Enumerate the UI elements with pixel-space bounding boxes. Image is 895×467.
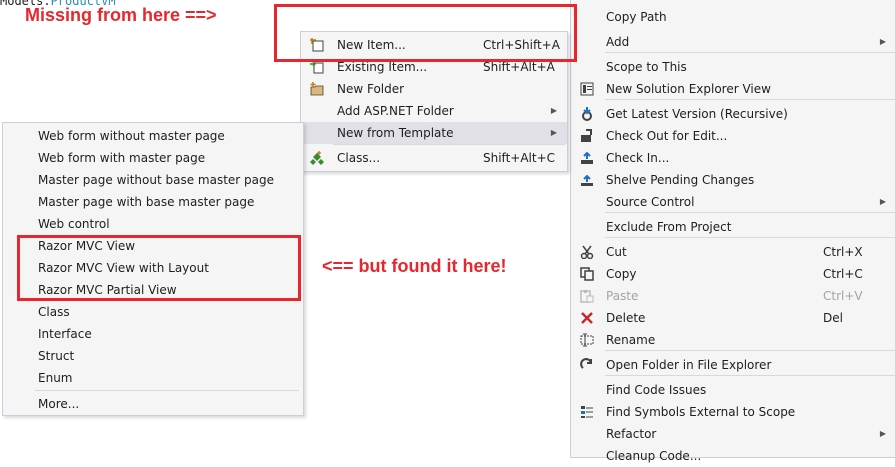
menu-item-add[interactable]: Add ▶: [571, 31, 895, 53]
new-explorer-view-icon: [579, 81, 595, 97]
open-folder-icon: [579, 357, 595, 373]
menu-item-label: Refactor: [606, 427, 657, 441]
menu-item-shortcut: Ctrl+C: [823, 267, 863, 281]
menu-separator: [35, 390, 299, 391]
menu-item-label: Enum: [38, 371, 73, 385]
menu-separator: [333, 144, 565, 145]
menu-item-label: Master page without base master page: [38, 173, 275, 187]
menu-item-label: Cut: [606, 245, 627, 259]
submenu-arrow-icon: ▶: [879, 197, 886, 206]
menu-item-label: New Solution Explorer View: [606, 82, 771, 96]
menu-item-label: Find Code Issues: [606, 383, 707, 397]
menu-item-label: Cleanup Code...: [606, 449, 702, 463]
highlight-box-razor-items: [17, 235, 301, 301]
class-icon: [309, 150, 325, 166]
template-item-interface[interactable]: Interface: [3, 323, 303, 345]
annotation-found: <== but found it here!: [322, 256, 507, 276]
menu-item-label: Delete: [606, 311, 646, 325]
new-folder-icon: [309, 81, 325, 97]
menu-item-delete[interactable]: Delete Del: [571, 307, 895, 329]
menu-item-label: Add ASP.NET Folder: [337, 104, 454, 118]
check-out-icon: [579, 128, 595, 144]
menu-item-check-in[interactable]: Check In...: [571, 147, 895, 169]
menu-item-label: Add: [606, 35, 630, 49]
menu-item-new-solution-explorer-view[interactable]: New Solution Explorer View: [571, 78, 895, 100]
menu-item-label: Get Latest Version (Recursive): [606, 107, 788, 121]
menu-item-label: Exclude From Project: [606, 220, 732, 234]
menu-item-label: Shelve Pending Changes: [606, 173, 755, 187]
menu-item-exclude-from-project[interactable]: Exclude From Project: [571, 216, 895, 238]
menu-item-label: Struct: [38, 349, 75, 363]
rename-icon: [579, 332, 595, 348]
delete-icon: [579, 310, 595, 326]
menu-item-copy[interactable]: Copy Ctrl+C: [571, 263, 895, 285]
menu-item-label: Source Control: [606, 195, 695, 209]
menu-item-label: Class: [38, 305, 70, 319]
menu-item-label: Find Symbols External to Scope: [606, 405, 796, 419]
menu-item-get-latest-version-recursive[interactable]: Get Latest Version (Recursive): [571, 103, 895, 125]
menu-item-cut[interactable]: Cut Ctrl+X: [571, 241, 895, 263]
menu-item-shortcut: Shift+Alt+C: [483, 151, 556, 165]
add-submenu-item-new-from-template[interactable]: New from Template ▶: [301, 122, 567, 144]
context-menu: Copy Path Add ▶ Scope to This New Solution E…: [570, 0, 895, 463]
menu-item-label: Interface: [38, 327, 92, 341]
template-item-web-form-with-master-page[interactable]: Web form with master page: [3, 147, 303, 169]
menu-item-shelve-pending-changes[interactable]: Shelve Pending Changes: [571, 169, 895, 191]
menu-item-label: Class...: [337, 151, 381, 165]
menu-item-label: Paste: [606, 289, 639, 303]
shelve-icon: [579, 172, 595, 188]
menu-item-find-symbols-external-to-scope[interactable]: Find Symbols External to Scope: [571, 401, 895, 423]
menu-item-label: Web control: [38, 217, 110, 231]
menu-item-shortcut: Ctrl+V: [823, 289, 863, 303]
get-latest-icon: [579, 106, 595, 122]
menu-item-source-control[interactable]: Source Control ▶: [571, 191, 895, 213]
submenu-arrow-icon: ▶: [550, 106, 557, 115]
menu-item-find-code-issues[interactable]: Find Code Issues: [571, 379, 895, 401]
menu-item-label: Master page with base master page: [38, 195, 255, 209]
menu-item-paste[interactable]: Paste Ctrl+V: [571, 285, 895, 307]
template-item-struct[interactable]: Struct: [3, 345, 303, 367]
menu-item-label: Check Out for Edit...: [606, 129, 728, 143]
find-symbols-icon: [579, 404, 595, 420]
annotation-missing: Missing from here ==>: [25, 5, 217, 25]
template-item-web-control[interactable]: Web control: [3, 213, 303, 235]
submenu-arrow-icon: ▶: [879, 429, 886, 438]
menu-item-label: Open Folder in File Explorer: [606, 358, 772, 372]
menu-item-label: New from Template: [337, 126, 454, 140]
menu-item-open-folder-in-file-explorer[interactable]: Open Folder in File Explorer: [571, 354, 895, 376]
menu-item-label: New Folder: [337, 82, 405, 96]
template-item-class[interactable]: Class: [3, 301, 303, 323]
template-item-web-form-without-master-page[interactable]: Web form without master page: [3, 125, 303, 147]
submenu-arrow-icon: ▶: [879, 37, 886, 46]
add-submenu-item-new-folder[interactable]: New Folder: [301, 78, 567, 100]
check-in-icon: [579, 150, 595, 166]
menu-item-label: Copy: [606, 267, 637, 281]
menu-item-label: Web form without master page: [38, 129, 225, 143]
template-item-enum[interactable]: Enum: [3, 367, 303, 389]
menu-item-refactor[interactable]: Refactor ▶: [571, 423, 895, 445]
paste-icon: [579, 288, 595, 304]
menu-item-scope-to-this[interactable]: Scope to This: [571, 56, 895, 78]
menu-item-label: Copy Path: [606, 10, 667, 24]
menu-item-shortcut: Del: [823, 311, 843, 325]
menu-item-label: Web form with master page: [38, 151, 206, 165]
template-item-master-page-with-base-master-page[interactable]: Master page with base master page: [3, 191, 303, 213]
menu-item-label: More...: [38, 397, 80, 411]
menu-item-label: Rename: [606, 333, 656, 347]
copy-icon: [579, 266, 595, 282]
menu-item-copy-path[interactable]: Copy Path: [571, 6, 895, 28]
template-item-more[interactable]: More...: [3, 393, 303, 415]
add-submenu-item-add-asp-net-folder[interactable]: Add ASP.NET Folder ▶: [301, 100, 567, 122]
highlight-box-new-item: [274, 4, 577, 62]
menu-item-check-out-for-edit[interactable]: Check Out for Edit...: [571, 125, 895, 147]
menu-item-label: Scope to This: [606, 60, 687, 74]
menu-item-shortcut: Ctrl+X: [823, 245, 863, 259]
menu-item-label: Check In...: [606, 151, 670, 165]
menu-item-cleanup-code[interactable]: Cleanup Code...: [571, 445, 895, 467]
add-submenu-item-class[interactable]: Class... Shift+Alt+C: [301, 147, 567, 169]
menu-item-rename[interactable]: Rename: [571, 329, 895, 351]
cut-icon: [579, 244, 595, 260]
submenu-arrow-icon: ▶: [550, 128, 557, 137]
template-item-master-page-without-base-master-page[interactable]: Master page without base master page: [3, 169, 303, 191]
